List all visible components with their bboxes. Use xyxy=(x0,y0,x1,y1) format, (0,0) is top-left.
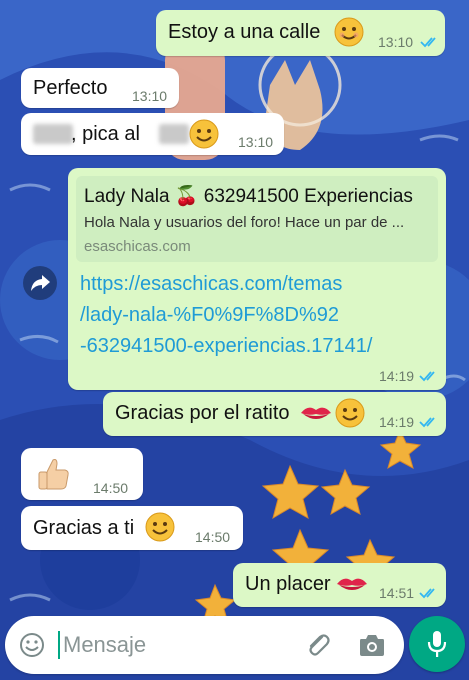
message-time: 14:19 xyxy=(379,414,415,430)
message-time: 14:50 xyxy=(195,529,231,545)
link-preview-domain: esaschicas.com xyxy=(84,238,191,255)
message-link[interactable]: -632941500-experiencias.17141/ xyxy=(80,331,372,362)
redacted-text xyxy=(33,124,73,144)
link-preview-title: Lady Nala 🍒 632941500 Experiencias xyxy=(84,186,413,207)
link-preview-description: Hola Nala y usuarios del foro! Hace un p… xyxy=(84,214,405,231)
emoji-icon[interactable] xyxy=(19,632,45,658)
message-text: , pica al xyxy=(71,123,140,145)
text-cursor xyxy=(58,631,60,659)
message-text: Un placer xyxy=(245,573,331,595)
message-outgoing[interactable]: Gracias por el ratito 14:19 xyxy=(103,392,446,436)
message-input-placeholder[interactable]: Mensaje xyxy=(63,632,146,658)
link-preview[interactable]: Lady Nala 🍒 632941500 Experiencias Hola … xyxy=(76,176,438,262)
smiling-face-emoji xyxy=(335,398,365,434)
message-text: Gracias por el ratito xyxy=(115,402,290,424)
message-time: 13:10 xyxy=(132,88,168,104)
smiling-face-emoji xyxy=(334,17,364,53)
thumbs-up-emoji xyxy=(33,454,73,500)
message-incoming[interactable]: Perfecto 13:10 xyxy=(21,68,179,108)
read-ticks-icon xyxy=(419,588,435,599)
read-ticks-icon xyxy=(420,37,436,48)
mic-button[interactable] xyxy=(409,616,465,672)
message-text: Estoy a una calle xyxy=(168,21,321,43)
message-incoming[interactable]: Gracias a ti 14:50 xyxy=(21,506,243,550)
message-link[interactable]: /lady-nala-%F0%9F%8D%92 xyxy=(80,300,339,331)
message-outgoing[interactable]: Estoy a una calle 13:10 xyxy=(156,10,445,56)
redacted-text xyxy=(159,124,189,144)
forward-button[interactable] xyxy=(23,266,57,300)
smiling-face-emoji xyxy=(189,119,219,155)
forward-icon xyxy=(31,275,50,291)
kiss-mark-emoji xyxy=(335,573,369,601)
kiss-mark-emoji xyxy=(299,402,333,430)
message-time: 14:51 xyxy=(379,585,415,601)
message-composer[interactable]: Mensaje xyxy=(5,616,404,674)
message-time: 14:50 xyxy=(93,480,129,496)
message-time: 13:10 xyxy=(238,134,274,150)
message-incoming[interactable]: 14:50 xyxy=(21,448,143,500)
message-text: Perfecto xyxy=(33,77,108,99)
message-outgoing[interactable]: Un placer 14:51 xyxy=(233,563,446,607)
message-outgoing-link[interactable]: Lady Nala 🍒 632941500 Experiencias Hola … xyxy=(68,168,446,390)
smiling-face-emoji xyxy=(145,512,175,548)
message-incoming[interactable]: , pica al 13:10 xyxy=(21,113,284,155)
read-ticks-icon xyxy=(419,417,435,428)
message-time: 14:19 xyxy=(379,368,415,384)
camera-icon[interactable] xyxy=(358,632,386,658)
attach-icon[interactable] xyxy=(304,631,332,659)
message-time: 13:10 xyxy=(378,34,414,50)
read-ticks-icon xyxy=(419,371,435,382)
message-text: Gracias a ti xyxy=(33,517,135,539)
message-link[interactable]: https://esaschicas.com/temas xyxy=(80,269,342,300)
mic-icon xyxy=(427,631,447,657)
